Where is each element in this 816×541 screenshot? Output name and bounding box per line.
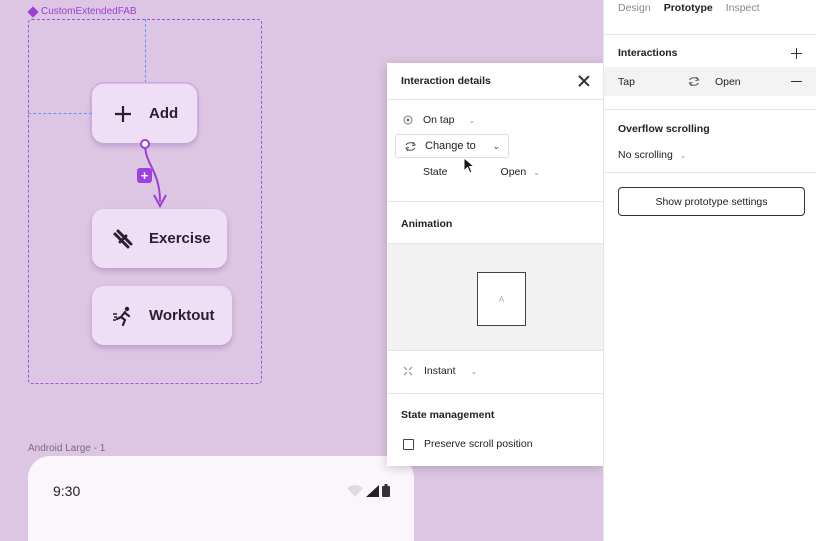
dumbbell-icon [111, 227, 135, 251]
preserve-scroll-label: Preserve scroll position [424, 438, 533, 450]
add-connection-button[interactable]: + [137, 168, 152, 183]
popup-title: Interaction details [401, 75, 491, 87]
change-to-icon [405, 141, 416, 151]
divider [387, 201, 603, 202]
chevron-down-icon: ⌄ [468, 115, 476, 125]
component-name: CustomExtendedFAB [41, 6, 137, 17]
vertical-guide [145, 19, 146, 83]
popup-header: Interaction details [387, 63, 603, 100]
connection-node[interactable] [140, 139, 150, 149]
fab-add-label: Add [149, 105, 179, 122]
preview-letter: A [498, 294, 505, 304]
component-label[interactable]: CustomExtendedFAB [27, 5, 137, 18]
fab-exercise[interactable]: Exercise [92, 209, 227, 268]
chevron-down-icon: ⌄ [470, 366, 478, 376]
action-value: Change to [425, 140, 476, 152]
cellular-icon [366, 485, 379, 497]
interactions-header: Interactions [604, 41, 816, 65]
state-row: State Open ⌄ [387, 158, 603, 178]
add-interaction-icon[interactable] [791, 47, 802, 59]
change-to-icon [688, 76, 700, 87]
animation-title: Animation [401, 218, 453, 230]
overflow-dropdown[interactable]: No scrolling ⌄ [604, 135, 816, 161]
android-frame-label[interactable]: Android Large - 1 [28, 443, 105, 454]
android-frame[interactable]: 9:30 [28, 456, 414, 541]
instant-icon [403, 366, 413, 376]
plus-icon [111, 102, 135, 126]
battery-icon [382, 484, 390, 497]
interaction-details-panel: Interaction details On tap ⌄ Change to ⌄… [387, 63, 603, 466]
remove-interaction-icon[interactable] [791, 80, 802, 83]
state-value: Open [500, 166, 527, 178]
status-bar-time: 9:30 [53, 483, 81, 499]
divider [604, 172, 816, 173]
overflow-title: Overflow scrolling [618, 123, 710, 135]
animation-type-value: Instant [424, 365, 456, 377]
action-dropdown[interactable]: Change to ⌄ [395, 134, 509, 158]
divider [604, 34, 816, 35]
interactions-title: Interactions [618, 47, 678, 59]
interaction-trigger: Tap [618, 75, 635, 88]
component-icon [27, 5, 39, 18]
fab-workout[interactable]: Worktout [92, 286, 232, 345]
tab-prototype[interactable]: Prototype [664, 2, 713, 14]
animation-preview: A [387, 243, 603, 351]
preview-frame: A [477, 272, 526, 326]
fab-exercise-label: Exercise [149, 230, 211, 247]
running-icon [111, 304, 135, 328]
chevron-down-icon: ⌄ [679, 151, 687, 160]
tab-inspect[interactable]: Inspect [726, 2, 760, 14]
show-prototype-settings-button[interactable]: Show prototype settings [618, 187, 805, 216]
fab-add[interactable]: Add [90, 82, 199, 145]
state-management-title: State management [387, 393, 603, 436]
chevron-down-icon: ⌄ [492, 140, 500, 151]
panel-tabs: Design Prototype Inspect [604, 0, 816, 18]
state-label: State [423, 166, 448, 178]
interaction-row[interactable]: Tap Open [604, 67, 816, 96]
horizontal-guide [28, 113, 92, 114]
state-dropdown[interactable]: Open ⌄ [501, 166, 540, 178]
wifi-icon [347, 485, 363, 497]
fab-workout-label: Worktout [149, 307, 215, 324]
close-icon[interactable] [577, 74, 591, 88]
mouse-cursor-icon [463, 157, 475, 174]
trigger-value: On tap [423, 114, 455, 126]
trigger-dropdown[interactable]: On tap ⌄ [387, 100, 603, 126]
overflow-header: Overflow scrolling [604, 123, 816, 135]
divider [604, 109, 816, 110]
animation-type-dropdown[interactable]: Instant ⌄ [403, 365, 477, 377]
preserve-scroll-checkbox[interactable] [403, 438, 414, 450]
status-bar-icons [347, 484, 390, 497]
tap-trigger-icon [403, 115, 413, 125]
interaction-destination: Open [714, 75, 741, 88]
chevron-down-icon: ⌄ [533, 168, 540, 177]
preserve-scroll-option[interactable]: Preserve scroll position [403, 438, 533, 450]
overflow-value: No scrolling [618, 149, 673, 161]
tab-design[interactable]: Design [618, 2, 651, 14]
properties-panel: Design Prototype Inspect Interactions Ta… [603, 0, 816, 541]
